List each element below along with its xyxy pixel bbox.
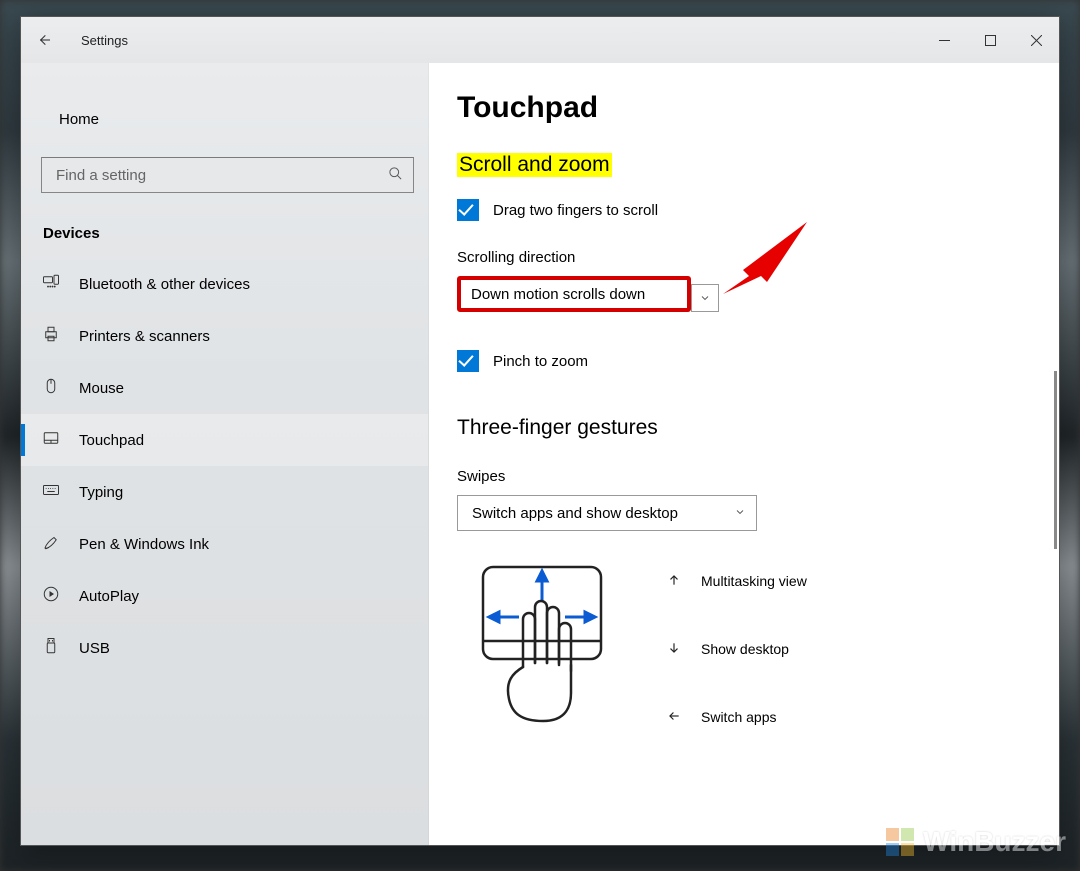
- gesture-up-label: Multitasking view: [701, 573, 807, 589]
- checkbox-checked-icon: [457, 199, 479, 221]
- arrow-left-icon: [667, 709, 681, 726]
- touchpad-icon: [41, 429, 61, 451]
- arrow-up-icon: [667, 573, 681, 590]
- maximize-button[interactable]: [967, 17, 1013, 63]
- gesture-down-label: Show desktop: [701, 641, 789, 657]
- annotation-arrow: [715, 216, 815, 309]
- dropdown-value: Down motion scrolls down: [471, 286, 645, 303]
- sidebar-item-label: USB: [79, 640, 110, 657]
- page-title: Touchpad: [457, 91, 1059, 125]
- gesture-legend: Multitasking view Show desktop: [667, 557, 807, 741]
- sidebar-item-mouse[interactable]: Mouse: [21, 362, 428, 414]
- swipes-label: Swipes: [457, 468, 1059, 485]
- gesture-left-label: Switch apps: [701, 709, 776, 725]
- devices-icon: [41, 273, 61, 295]
- sidebar-item-label: Mouse: [79, 380, 124, 397]
- chevron-down-icon: [734, 505, 746, 522]
- watermark: WinBuzzer: [883, 825, 1066, 859]
- checkbox-label: Drag two fingers to scroll: [493, 202, 658, 219]
- sidebar-item-usb[interactable]: USB: [21, 622, 428, 674]
- sidebar-item-label: Bluetooth & other devices: [79, 276, 250, 293]
- sidebar-item-label: Typing: [79, 484, 123, 501]
- sidebar-item-touchpad[interactable]: Touchpad: [21, 414, 428, 466]
- pen-icon: [41, 533, 61, 555]
- sidebar-home[interactable]: Home: [21, 99, 428, 139]
- sidebar-item-bluetooth[interactable]: Bluetooth & other devices: [21, 258, 428, 310]
- sidebar-item-label: AutoPlay: [79, 588, 139, 605]
- section-three-finger: Three-finger gestures: [457, 416, 658, 440]
- usb-icon: [41, 637, 61, 659]
- sidebar-category: Devices: [43, 225, 428, 242]
- sidebar-item-label: Pen & Windows Ink: [79, 536, 209, 553]
- sidebar-item-pen[interactable]: Pen & Windows Ink: [21, 518, 428, 570]
- keyboard-icon: [41, 481, 61, 503]
- sidebar-item-autoplay[interactable]: AutoPlay: [21, 570, 428, 622]
- mouse-icon: [41, 377, 61, 399]
- printer-icon: [41, 325, 61, 347]
- touchpad-illustration: [457, 557, 627, 741]
- sidebar-item-printers[interactable]: Printers & scanners: [21, 310, 428, 362]
- arrow-down-icon: [667, 641, 681, 658]
- autoplay-icon: [41, 585, 61, 607]
- sidebar: Home Devices Bluetooth & other devices: [21, 63, 429, 845]
- section-scroll-and-zoom: Scroll and zoom: [457, 153, 612, 177]
- close-button[interactable]: [1013, 17, 1059, 63]
- search-input-wrap[interactable]: [41, 157, 414, 193]
- back-button[interactable]: [21, 17, 67, 63]
- scrolling-direction-dropdown[interactable]: Down motion scrolls down: [457, 276, 691, 312]
- checkbox-label: Pinch to zoom: [493, 353, 588, 370]
- dropdown-value: Switch apps and show desktop: [472, 505, 678, 522]
- search-icon: [388, 166, 403, 184]
- swipes-dropdown[interactable]: Switch apps and show desktop: [457, 495, 757, 531]
- checkbox-checked-icon: [457, 350, 479, 372]
- window-title: Settings: [81, 33, 128, 48]
- minimize-button[interactable]: [921, 17, 967, 63]
- sidebar-item-label: Touchpad: [79, 432, 144, 449]
- main-content: Touchpad Scroll and zoom Drag two finger…: [429, 63, 1059, 845]
- titlebar: Settings: [21, 17, 1059, 63]
- watermark-text: WinBuzzer: [923, 826, 1066, 858]
- scrollbar-thumb[interactable]: [1054, 371, 1057, 549]
- sidebar-home-label: Home: [59, 111, 99, 128]
- sidebar-item-label: Printers & scanners: [79, 328, 210, 345]
- checkbox-pinch-zoom[interactable]: Pinch to zoom: [457, 350, 1059, 372]
- search-input[interactable]: [56, 167, 388, 184]
- settings-window: Settings Home: [20, 16, 1060, 846]
- sidebar-item-typing[interactable]: Typing: [21, 466, 428, 518]
